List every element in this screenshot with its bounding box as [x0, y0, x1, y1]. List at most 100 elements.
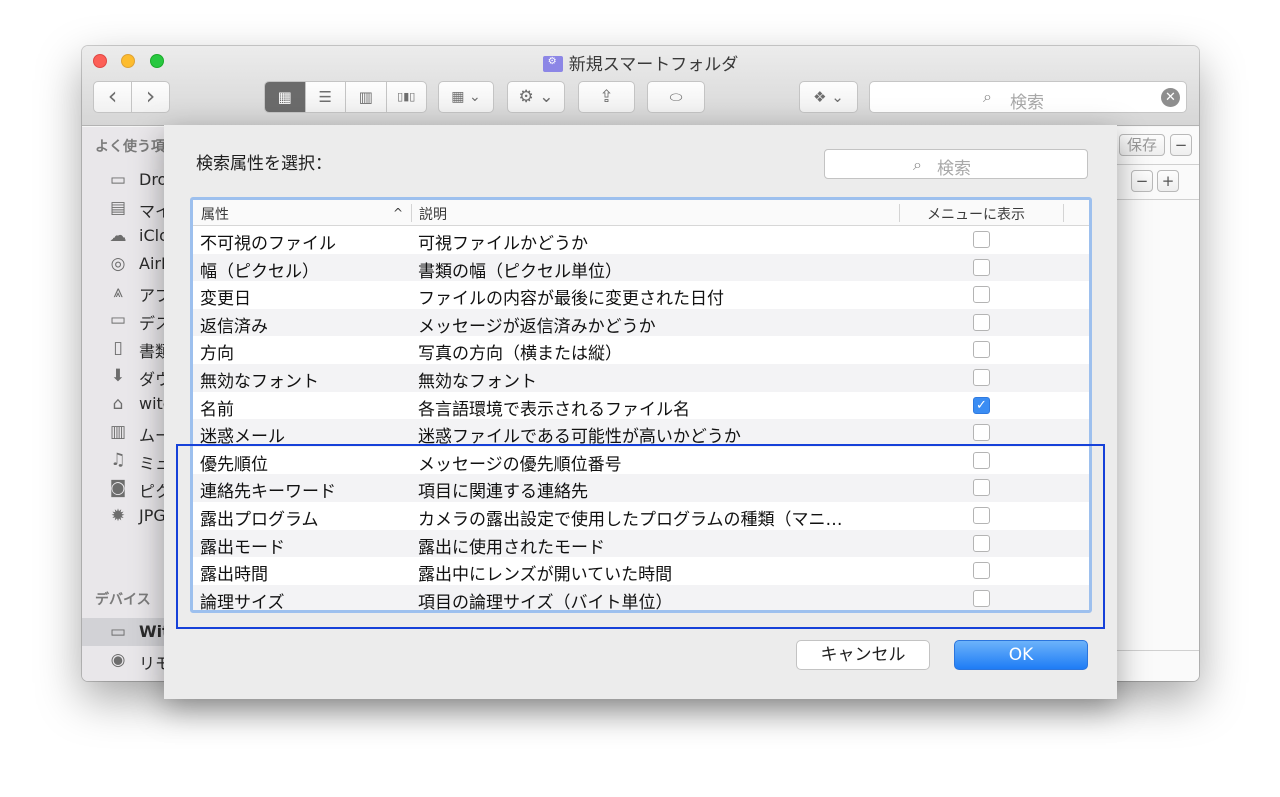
dialog-title: 検索属性を選択： — [196, 154, 332, 174]
show-in-menu-checkbox[interactable] — [973, 231, 990, 248]
column-view-button[interactable]: ▥ — [346, 82, 387, 112]
sidebar-item-movies[interactable]: ▥ ムービー — [82, 418, 164, 446]
remove-criteria-button[interactable]: − — [1170, 134, 1192, 156]
arrange-button[interactable]: ▦ ⌄ — [438, 81, 494, 113]
column-header-show-in-menu[interactable]: メニューに表示 — [927, 204, 1025, 224]
table-row[interactable]: 論理サイズ 項目の論理サイズ（バイト単位） — [193, 584, 1089, 613]
sidebar-item-label: ダウンロード — [139, 370, 164, 389]
show-in-menu-checkbox[interactable] — [973, 534, 990, 552]
back-button[interactable]: ‹ — [94, 82, 132, 112]
show-in-menu-checkbox[interactable] — [973, 341, 990, 359]
nav-buttons: ‹ › — [93, 81, 170, 113]
show-in-menu-checkbox[interactable]: ✓ — [973, 396, 990, 414]
forward-button[interactable]: › — [132, 82, 169, 112]
tag-button[interactable]: ⬭ — [647, 81, 705, 113]
table-header: 属性 ^ 説明 メニューに表示 — [193, 200, 1089, 226]
table-row[interactable]: 露出モード 露出に使用されたモード — [193, 529, 1089, 558]
action-button[interactable]: ⚙ ⌄ — [507, 81, 565, 113]
desktop-icon: ▭ — [109, 310, 127, 330]
sidebar-item-jpg[interactable]: ✹ JPG — [82, 502, 164, 530]
music-note-icon: ♫ — [110, 450, 126, 470]
show-in-menu-checkbox[interactable] — [973, 507, 990, 524]
show-in-menu-checkbox[interactable] — [973, 451, 990, 469]
attribute-description-cell: 項目に関連する連絡先 — [418, 482, 588, 503]
table-row[interactable]: 迷惑メール 迷惑ファイルである可能性が高いかどうか — [193, 419, 1089, 447]
sidebar-item-desktop[interactable]: ▭ デスクトップ — [82, 306, 164, 334]
sidebar-item-remote-disc[interactable]: ◉ リモートディスク — [82, 646, 164, 674]
search-icon: ⌕ — [913, 155, 922, 174]
laptop-icon: ▭ — [109, 622, 127, 642]
sidebar-item-label: ミュージック — [139, 454, 164, 473]
attribute-name-cell: 露出モード — [200, 537, 285, 558]
table-row[interactable]: 不可視のファイル 可視ファイルかどうか — [193, 226, 1089, 254]
sidebar-item-documents[interactable]: ▯ 書類 — [82, 334, 164, 362]
column-header-description[interactable]: 説明 — [419, 204, 447, 224]
smart-folder-icon — [542, 56, 563, 72]
attribute-name-cell: 方向 — [200, 344, 234, 365]
save-button[interactable]: 保存 — [1119, 134, 1165, 156]
coverflow-view-button[interactable]: ▯▮▯ — [387, 82, 427, 112]
attribute-search-input[interactable]: ⌕ 検索 — [824, 149, 1088, 179]
table-row[interactable]: 幅（ピクセル） 書類の幅（ピクセル単位） — [193, 253, 1089, 282]
column-header-attribute[interactable]: 属性 — [201, 204, 229, 224]
attribute-name-cell: 返信済み — [200, 316, 268, 337]
attribute-description-cell: メッセージが返信済みかどうか — [418, 316, 656, 337]
sidebar-item-my-files[interactable]: ▤ マイファイル — [82, 194, 164, 222]
sidebar-item-label: マイファイル — [139, 202, 164, 221]
table-row[interactable]: 返信済み メッセージが返信済みかどうか — [193, 308, 1089, 337]
sidebar-item-device-witch[interactable]: ▭ Witch — [82, 618, 164, 646]
sidebar-item-music[interactable]: ♫ ミュージック — [82, 446, 164, 474]
list-view-button[interactable]: ☰ — [306, 82, 346, 112]
table-row[interactable]: 露出時間 露出中にレンズが開いていた時間 — [193, 557, 1089, 585]
attribute-search-placeholder: 検索 — [937, 159, 971, 179]
sidebar-item-label: デスクトップ — [139, 314, 164, 333]
all-files-icon: ▤ — [109, 198, 127, 218]
sidebar-item-icloud[interactable]: ☁ iCloud Drive — [82, 222, 165, 250]
download-icon: ⬇ — [110, 366, 126, 386]
sidebar-item-applications[interactable]: ⩓ アプリケーション — [82, 278, 164, 306]
table-row[interactable]: 方向 写真の方向（横または縦） — [193, 336, 1089, 364]
clear-search-icon[interactable]: ✕ — [1161, 88, 1180, 107]
table-row[interactable]: 変更日 ファイルの内容が最後に変更された日付 — [193, 281, 1089, 309]
remove-rule-button[interactable]: − — [1131, 170, 1153, 192]
attribute-description-cell: 書類の幅（ピクセル単位） — [418, 261, 622, 282]
show-in-menu-checkbox[interactable] — [973, 589, 990, 607]
ok-button[interactable]: OK — [954, 640, 1088, 670]
folder-icon: ▭ — [109, 170, 127, 190]
table-row[interactable]: 連絡先キーワード 項目に関連する連絡先 — [193, 474, 1089, 502]
column-separator — [411, 204, 412, 222]
sidebar-item-home[interactable]: ⌂ witch — [82, 390, 164, 418]
sidebar-item-label: Dropbox — [139, 170, 164, 189]
table-row[interactable]: 名前 各言語環境で表示されるファイル名 ✓ — [193, 392, 1089, 420]
cancel-button[interactable]: キャンセル — [796, 640, 930, 670]
window-title-text: 新規スマートフォルダ — [568, 55, 739, 75]
attribute-name-cell: 迷惑メール — [200, 427, 285, 448]
attribute-description-cell: 露出に使用されたモード — [418, 537, 605, 558]
share-button[interactable]: ⇪ — [578, 81, 635, 113]
sidebar-item-airdrop[interactable]: ◎ AirDrop — [82, 250, 164, 278]
dropbox-button[interactable]: ❖ ⌄ — [799, 81, 858, 113]
attribute-description-cell: 可視ファイルかどうか — [418, 234, 588, 254]
sidebar-item-pictures[interactable]: ◙ ピクチャ — [82, 474, 164, 502]
show-in-menu-checkbox[interactable] — [973, 313, 990, 331]
sidebar-item-downloads[interactable]: ⬇ ダウンロード — [82, 362, 164, 390]
show-in-menu-checkbox[interactable] — [973, 424, 990, 442]
attribute-name-cell: 無効なフォント — [200, 372, 319, 392]
show-in-menu-checkbox[interactable] — [973, 562, 990, 580]
table-row[interactable]: 露出プログラム カメラの露出設定で使用したプログラムの種類（マニ… — [193, 502, 1089, 530]
sort-ascending-icon: ^ — [393, 206, 404, 220]
show-in-menu-checkbox[interactable] — [973, 479, 990, 497]
sidebar-item-dropbox[interactable]: ▭ Dropbox — [82, 166, 164, 194]
toolbar-search-field[interactable]: ⌕ 検索 ✕ — [869, 81, 1187, 113]
icon-view-button[interactable]: ▦ — [265, 82, 306, 112]
table-row[interactable]: 優先順位 メッセージの優先順位番号 — [193, 447, 1089, 475]
attribute-name-cell: 論理サイズ — [200, 592, 285, 613]
add-rule-button[interactable]: + — [1157, 170, 1179, 192]
attribute-description-cell: カメラの露出設定で使用したプログラムの種類（マニ… — [418, 510, 843, 530]
show-in-menu-checkbox[interactable] — [973, 369, 990, 386]
show-in-menu-checkbox[interactable] — [973, 258, 990, 276]
sidebar-item-label: ピクチャ — [139, 482, 164, 501]
sidebar-item-label: witch — [139, 394, 164, 413]
table-row[interactable]: 無効なフォント 無効なフォント — [193, 364, 1089, 392]
show-in-menu-checkbox[interactable] — [973, 286, 990, 304]
